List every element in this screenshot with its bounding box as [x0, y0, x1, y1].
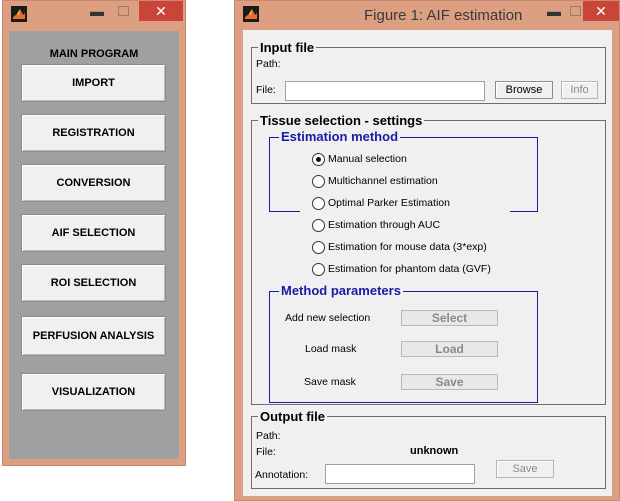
main-program-header: MAIN PROGRAM [49, 48, 139, 60]
add-new-selection-label: Add new selection [285, 312, 371, 324]
input-path-label: Path: [256, 58, 281, 70]
annotation-field[interactable] [325, 464, 475, 484]
output-save-button[interactable]: Save [496, 460, 554, 478]
maximize-button[interactable] [109, 1, 137, 21]
roi-selection-button[interactable]: ROI SELECTION [21, 264, 166, 302]
radio-button[interactable] [312, 175, 325, 188]
minimize-button[interactable]: ▬ [83, 1, 111, 21]
main-window-titlebar[interactable]: ▬ ✕ [3, 1, 185, 30]
output-file-title: Output file [258, 409, 327, 424]
aif-window-title: Figure 1: AIF estimation [364, 7, 523, 24]
estimation-method-title: Estimation method [279, 129, 401, 144]
radio-selected-dot [316, 157, 321, 162]
load-button[interactable]: Load [401, 341, 498, 357]
close-button[interactable]: ✕ [583, 1, 619, 21]
radio-label: Manual selection [328, 153, 407, 165]
import-button[interactable]: IMPORT [21, 64, 166, 102]
perfusion-analysis-button[interactable]: PERFUSION ANALYSIS [21, 316, 166, 356]
browse-button[interactable]: Browse [495, 81, 553, 99]
tissue-selection-title: Tissue selection - settings [258, 113, 425, 128]
aif-selection-button[interactable]: AIF SELECTION [21, 214, 166, 252]
select-button[interactable]: Select [401, 310, 498, 326]
radio-label: Estimation for phantom data (GVF) [328, 263, 491, 275]
input-file-label: File: [256, 84, 276, 96]
radio-label: Multichannel estimation [328, 175, 438, 187]
maximize-icon [117, 6, 129, 16]
save-mask-button[interactable]: Save [401, 374, 498, 390]
radio-button[interactable] [312, 241, 325, 254]
input-file-title: Input file [258, 40, 317, 55]
radio-button[interactable] [312, 153, 325, 166]
radio-label: Estimation for mouse data (3*exp) [328, 241, 487, 253]
aif-window-titlebar[interactable]: Figure 1: AIF estimation ▬ ✕ [235, 1, 619, 30]
radio-button[interactable] [312, 197, 325, 210]
output-file-value: unknown [410, 445, 459, 457]
info-button[interactable]: Info [561, 81, 598, 99]
conversion-button[interactable]: CONVERSION [21, 164, 166, 202]
main-program-panel: MAIN PROGRAM IMPORT REGISTRATION CONVERS… [9, 31, 179, 459]
input-file-field[interactable] [285, 81, 485, 101]
registration-button[interactable]: REGISTRATION [21, 114, 166, 152]
output-path-label: Path: [256, 430, 281, 442]
visualization-button[interactable]: VISUALIZATION [21, 373, 166, 411]
matlab-logo-icon [11, 6, 27, 22]
radio-label: Optimal Parker Estimation [328, 197, 450, 209]
radio-button[interactable] [312, 219, 325, 232]
method-parameters-title: Method parameters [279, 283, 403, 298]
close-button[interactable]: ✕ [139, 1, 183, 21]
load-mask-label: Load mask [305, 343, 357, 355]
save-mask-label: Save mask [304, 376, 356, 388]
maximize-icon [569, 6, 581, 16]
radio-button[interactable] [312, 263, 325, 276]
output-file-label: File: [256, 446, 276, 458]
annotation-label: Annotation: [255, 469, 309, 481]
matlab-logo-icon [243, 6, 259, 22]
main-program-window: ▬ ✕ MAIN PROGRAM IMPORT REGISTRATION CON… [2, 0, 186, 466]
radio-label: Estimation through AUC [328, 219, 441, 231]
